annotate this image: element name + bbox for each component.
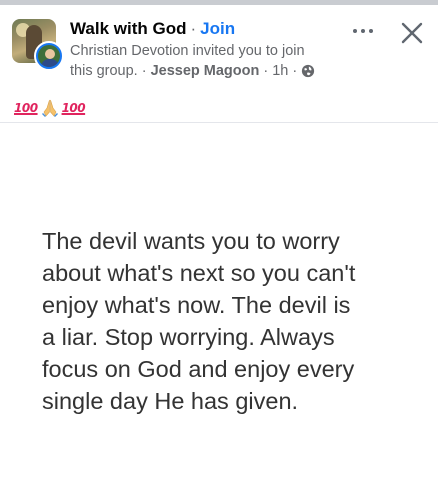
post-timestamp[interactable]: 1h — [272, 63, 288, 79]
invite-text-line2: this group. · — [70, 63, 147, 79]
time-separator: · — [263, 63, 269, 79]
folded-hands-icon — [41, 99, 58, 117]
more-horizontal-icon-dot — [353, 29, 357, 33]
inviter-avatar-ring — [36, 43, 62, 69]
title-separator: · — [190, 19, 197, 38]
invite-meta-line2: this group. · Jessep Magoon · 1h · — [70, 63, 315, 79]
author-link[interactable]: Jessep Magoon — [151, 63, 260, 79]
post-title-row: Walk with God · Join — [70, 17, 235, 41]
globe-icon — [302, 64, 315, 78]
quote-image[interactable]: The devil wants you to worry about what'… — [0, 123, 438, 500]
hundred-points-emoji: 100 — [14, 101, 38, 115]
privacy-separator: · — [292, 63, 298, 79]
inviter-avatar[interactable] — [34, 41, 64, 71]
group-name-link[interactable]: Walk with God — [70, 19, 186, 39]
join-button[interactable]: Join — [200, 19, 235, 39]
post-header: Walk with God · Join Christian Devotion … — [0, 5, 438, 117]
invite-text-line1: Christian Devotion invited you to join — [70, 43, 305, 59]
inviter-avatar-body — [41, 59, 59, 67]
more-horizontal-icon-dot — [361, 29, 365, 33]
hundred-points-emoji: 100 — [61, 101, 86, 115]
more-horizontal-icon-dot — [369, 29, 373, 33]
group-avatar-stack[interactable] — [12, 19, 64, 71]
more-options-button[interactable] — [348, 19, 378, 43]
close-icon[interactable] — [398, 19, 426, 47]
post-text: 100 100 — [14, 97, 86, 119]
inviter-avatar-face — [45, 49, 55, 59]
quote-image-text: The devil wants you to worry about what'… — [42, 228, 356, 414]
